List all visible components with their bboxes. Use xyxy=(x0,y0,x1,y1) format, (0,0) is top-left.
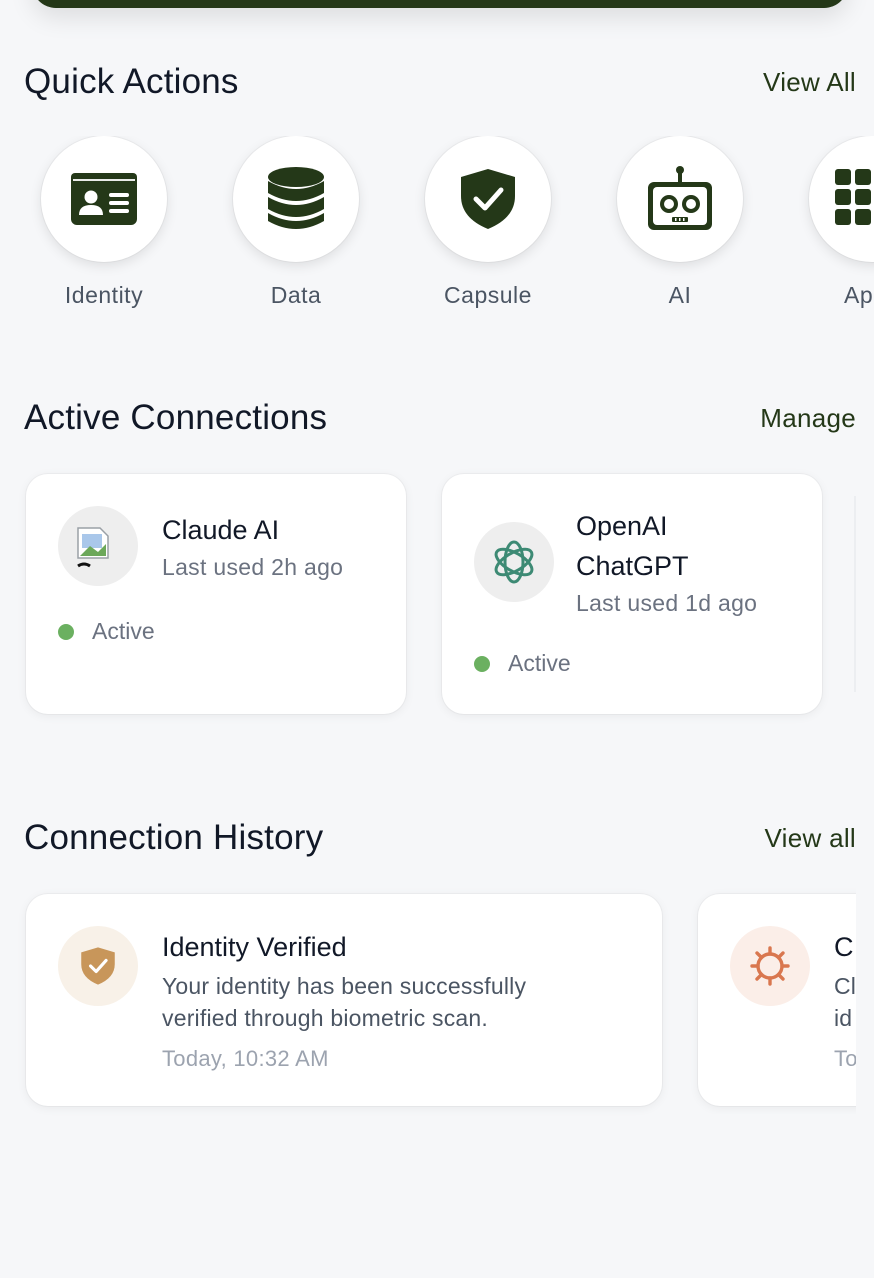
quick-action-label: Data xyxy=(270,282,322,308)
quick-action-ai-circle[interactable] xyxy=(617,136,743,262)
quick-action-ai[interactable]: AI xyxy=(615,136,745,309)
quick-actions-row: Identity Data Capsule AI Ap xyxy=(0,136,874,326)
quick-action-identity[interactable]: Identity xyxy=(39,136,169,309)
history-card-claude[interactable]: C Cl id To xyxy=(698,894,856,1106)
quick-action-label: AI xyxy=(668,282,692,308)
status-badge: Active xyxy=(474,650,571,677)
history-icon-wrap xyxy=(730,926,810,1006)
status-dot xyxy=(474,655,490,672)
quick-action-data[interactable]: Data xyxy=(231,136,361,309)
quick-action-label: Capsule xyxy=(444,282,532,308)
apps-grid-icon xyxy=(835,169,871,225)
shield-check-icon xyxy=(81,947,115,985)
quick-action-capsule-circle[interactable] xyxy=(425,136,551,262)
connection-last-used: Last used 1d ago xyxy=(576,590,758,616)
next-card-edge xyxy=(854,496,856,692)
history-card-identity-verified[interactable]: Identity Verified Your identity has been… xyxy=(26,894,662,1106)
history-desc-line2: verified through biometric scan. xyxy=(162,1005,488,1031)
history-icon-wrap xyxy=(58,926,138,1006)
connection-card-openai[interactable]: OpenAI ChatGPT Last used 1d ago Active xyxy=(442,474,822,714)
quick-action-identity-circle[interactable] xyxy=(41,136,167,262)
id-card-icon xyxy=(71,173,137,225)
status-badge: Active xyxy=(58,618,155,645)
quick-actions-header: Quick Actions View All xyxy=(24,62,856,102)
quick-actions-title: Quick Actions xyxy=(24,62,239,101)
quick-action-label: Ap xyxy=(844,282,874,308)
connection-name-line2: ChatGPT xyxy=(576,551,689,581)
connection-name: Claude AI xyxy=(162,515,280,545)
history-title: Identity Verified xyxy=(162,932,347,962)
database-icon xyxy=(268,167,324,229)
quick-action-apps-circle[interactable] xyxy=(809,136,874,262)
history-desc-line2: id xyxy=(834,1005,853,1031)
history-time: Today, 10:32 AM xyxy=(162,1046,329,1071)
history-title: C xyxy=(834,932,854,962)
quick-action-data-circle[interactable] xyxy=(233,136,359,262)
active-connections-header: Active Connections Manage xyxy=(24,398,856,438)
top-banner xyxy=(32,0,848,8)
connection-history-header: Connection History View all xyxy=(24,818,856,858)
history-time: To xyxy=(834,1046,856,1071)
broken-image-icon xyxy=(77,527,109,568)
status-dot xyxy=(58,623,74,640)
quick-action-capsule[interactable]: Capsule xyxy=(423,136,553,309)
shield-check-icon xyxy=(461,169,515,229)
quick-action-label: Identity xyxy=(64,282,144,308)
connection-history-title: Connection History xyxy=(24,818,324,857)
openai-avatar xyxy=(474,522,554,602)
openai-logo-icon xyxy=(494,540,534,584)
view-all-link[interactable]: View All xyxy=(763,67,856,98)
quick-action-apps[interactable]: Ap xyxy=(807,136,874,309)
history-card-clip: C Cl id To xyxy=(690,886,856,1114)
active-connections-title: Active Connections xyxy=(24,398,328,437)
connection-last-used: Last used 2h ago xyxy=(162,554,344,580)
view-all-history-link[interactable]: View all xyxy=(764,823,856,854)
robot-icon xyxy=(648,166,712,230)
connection-card-claude[interactable]: Claude AI Last used 2h ago Active xyxy=(26,474,406,714)
connection-name-line1: OpenAI xyxy=(576,511,668,541)
status-text: Active xyxy=(508,650,571,676)
claude-logo-icon xyxy=(750,946,790,986)
manage-link[interactable]: Manage xyxy=(760,403,856,434)
history-desc-line1: Cl xyxy=(834,973,856,999)
history-desc-line1: Your identity has been successfully xyxy=(162,973,527,999)
status-text: Active xyxy=(92,618,155,644)
claude-avatar xyxy=(58,506,138,586)
